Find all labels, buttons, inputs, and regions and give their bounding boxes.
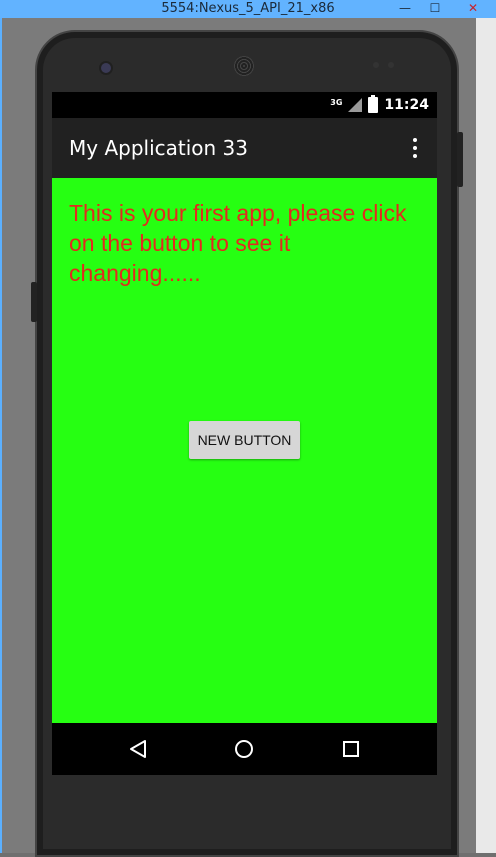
front-camera bbox=[99, 61, 113, 75]
overflow-menu-icon[interactable] bbox=[409, 138, 421, 158]
main-content: This is your first app, please click on … bbox=[52, 178, 437, 723]
back-icon[interactable] bbox=[125, 736, 151, 762]
earpiece-speaker bbox=[234, 56, 254, 76]
light-sensor bbox=[388, 62, 394, 68]
power-button[interactable] bbox=[457, 132, 463, 187]
phone-screen: 3G 11:24 My Application 33 This is your … bbox=[52, 92, 437, 775]
app-bar: My Application 33 bbox=[52, 118, 437, 178]
recents-icon[interactable] bbox=[338, 736, 364, 762]
status-time: 11:24 bbox=[384, 97, 429, 113]
window-side-strip bbox=[476, 18, 496, 853]
new-button[interactable]: NEW BUTTON bbox=[189, 421, 300, 459]
app-title: My Application 33 bbox=[69, 136, 249, 160]
network-type: 3G bbox=[330, 97, 343, 107]
maximize-button[interactable]: ☐ bbox=[420, 0, 450, 18]
proximity-sensor bbox=[373, 62, 379, 68]
signal-icon bbox=[348, 98, 363, 112]
home-icon[interactable] bbox=[231, 736, 257, 762]
message-text: This is your first app, please click on … bbox=[69, 200, 407, 286]
minimize-button[interactable]: — bbox=[390, 0, 420, 18]
close-button[interactable]: ✕ bbox=[450, 0, 496, 18]
window-titlebar[interactable]: 5554:Nexus_5_API_21_x86 — ☐ ✕ bbox=[0, 0, 496, 18]
volume-button[interactable] bbox=[31, 282, 37, 322]
battery-icon bbox=[368, 95, 379, 113]
navigation-bar bbox=[52, 723, 437, 775]
status-bar: 3G 11:24 bbox=[52, 92, 437, 118]
